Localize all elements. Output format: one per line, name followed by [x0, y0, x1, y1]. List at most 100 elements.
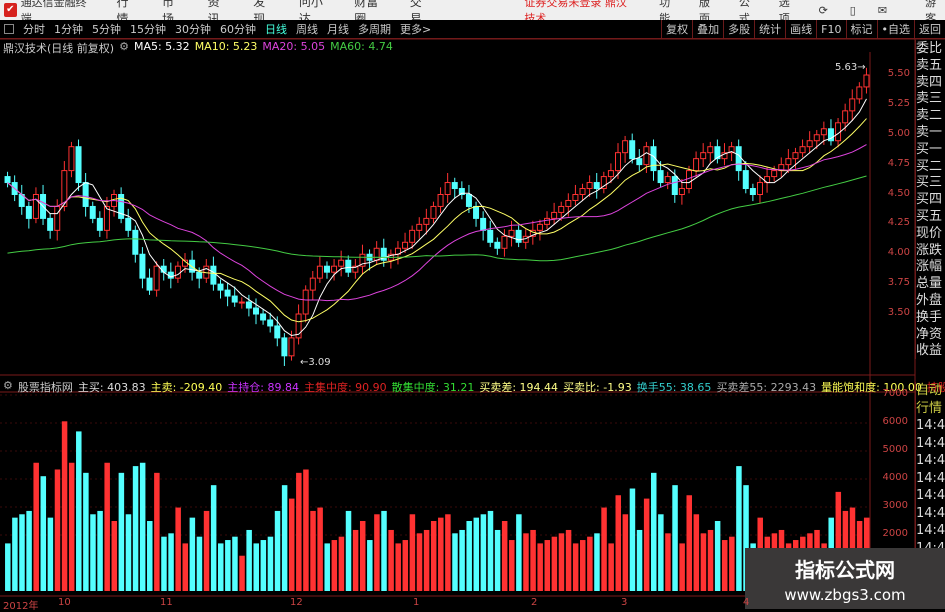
volume-bar: [154, 472, 160, 591]
volume-bar: [97, 510, 103, 591]
volume-tick: 3000: [882, 500, 908, 511]
tick-label: 14:41: [916, 505, 945, 521]
volume-bar: [452, 533, 458, 591]
candle: [210, 265, 217, 285]
candle: [643, 146, 650, 166]
candle: [579, 188, 586, 195]
volume-bar: [466, 521, 472, 591]
quote-label: 买二: [916, 158, 943, 174]
volume-bar: [693, 514, 700, 591]
quote-label: 涨跌: [916, 242, 943, 258]
candle: [160, 265, 167, 273]
candle: [501, 235, 508, 249]
candle: [451, 182, 458, 190]
volume-bar: [189, 517, 196, 591]
candle: [125, 217, 132, 231]
volume-bar: [310, 510, 316, 591]
candle: [373, 247, 380, 261]
indicator-value: 主集中度: 90.90: [303, 381, 387, 394]
candle: [813, 134, 820, 142]
volume-bar: [601, 507, 607, 591]
candle: [551, 211, 558, 219]
volume-bar: [40, 476, 47, 591]
candle: [572, 194, 579, 201]
candle: [409, 229, 416, 243]
volume-bar: [544, 540, 551, 591]
candle: [103, 205, 110, 231]
volume-bar: [267, 536, 274, 591]
volume-bar: [132, 466, 139, 591]
indicator-name[interactable]: 股票指标网: [18, 379, 73, 395]
candle: [849, 98, 856, 112]
volume-bar: [615, 495, 622, 591]
volume-bar: [558, 533, 565, 591]
candle: [47, 217, 54, 231]
volume-bar: [90, 514, 96, 591]
volume-bar: [281, 485, 288, 591]
candle: [678, 188, 685, 195]
volume-bar: [232, 536, 238, 591]
volume-bar: [572, 543, 579, 591]
tick-label: 14:41: [916, 453, 945, 468]
candle: [331, 265, 338, 273]
volume-bar: [551, 536, 558, 591]
volume-bar: [643, 498, 650, 591]
volume-bar: [736, 466, 742, 591]
volume-bar: [182, 543, 189, 591]
candle: [671, 176, 678, 195]
volume-bar: [367, 540, 373, 591]
candle: [664, 176, 671, 184]
quote-label: 换手: [916, 309, 943, 325]
volume-bar: [303, 469, 309, 591]
candle: [288, 337, 295, 357]
volume-bar: [83, 472, 89, 591]
settings-icon[interactable]: ⚙: [3, 379, 13, 395]
price-tick: 5.50: [887, 68, 910, 79]
volume-tick: 7000: [882, 388, 908, 399]
candle: [756, 182, 763, 196]
candle: [302, 289, 309, 315]
kline-chart[interactable]: ←3.09 5.63→: [0, 0, 945, 609]
volume-bar: [317, 507, 323, 591]
candle: [806, 140, 813, 148]
volume-tick: 4000: [882, 472, 908, 483]
quote-label: 净资: [916, 326, 943, 342]
volume-bar: [203, 510, 210, 591]
quote-label: 买五: [916, 208, 943, 224]
volume-bar: [139, 462, 146, 591]
candle: [416, 223, 423, 231]
candle: [32, 194, 39, 219]
volume-bar: [416, 533, 423, 591]
candle: [82, 182, 89, 207]
volume-bar: [296, 472, 302, 591]
indicator-value: 买卖差55: 2293.43: [716, 381, 817, 394]
date-tick: 10: [58, 597, 71, 608]
candle: [785, 158, 792, 166]
candle: [799, 146, 806, 154]
candle: [586, 182, 593, 190]
volume-bar: [494, 529, 501, 591]
candle: [473, 205, 480, 219]
candle: [139, 253, 146, 279]
quote-label: 委比: [916, 41, 943, 56]
volume-bar: [700, 533, 707, 591]
volume-bar: [381, 510, 387, 591]
volume-bar: [118, 472, 125, 591]
candle: [338, 259, 345, 267]
volume-bar: [19, 514, 25, 591]
volume-bar: [629, 488, 636, 591]
volume-bar: [12, 517, 18, 591]
candle: [593, 182, 600, 190]
candle: [267, 319, 274, 327]
volume-bar: [395, 543, 401, 591]
candle: [693, 158, 700, 172]
volume-bar: [111, 521, 118, 591]
tick-label: 14:41: [916, 523, 945, 538]
candle: [749, 188, 756, 195]
date-tick: 2: [531, 597, 538, 608]
high-annotation: 5.63→: [835, 62, 866, 73]
quote-label: 卖三: [916, 91, 943, 107]
volume-bar: [679, 543, 685, 591]
volume-bar: [218, 543, 224, 591]
date-tick: 3: [621, 597, 628, 608]
